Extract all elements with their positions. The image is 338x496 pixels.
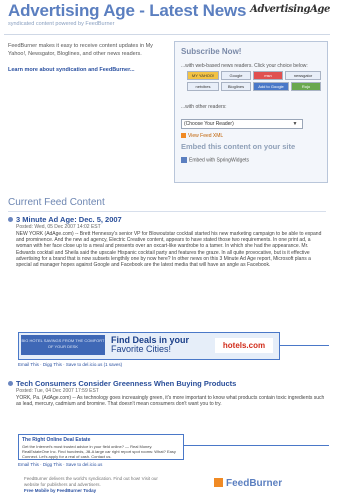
ad-headline-2: Favorite Cities!: [111, 344, 172, 354]
feed-item-body: NEW YORK (AdAge.com) -- Brett Hennessy's…: [16, 231, 322, 269]
bullet-icon: [8, 217, 13, 222]
springwidgets-link[interactable]: Embed with SpringWidgets: [181, 157, 249, 163]
section-divider: [8, 211, 326, 212]
intro-text: FeedBurner makes it easy to receive cont…: [8, 43, 153, 57]
subscribe-title: Subscribe Now!: [181, 47, 242, 56]
feed-section-title: Current Feed Content: [8, 197, 105, 208]
page-header: Advertising Age - Latest News syndicated…: [4, 0, 330, 35]
feed-item-links[interactable]: Email This · Digg This · Save to del.ici…: [18, 462, 102, 467]
learn-more-link[interactable]: Learn more about syndication and FeedBur…: [8, 66, 158, 74]
reader-button-newsgator[interactable]: newsgator: [285, 71, 321, 80]
footer-link[interactable]: Free Mobile by FeedBurner Today: [24, 488, 96, 493]
reader-button-rojo[interactable]: Rojo: [291, 82, 321, 91]
embed-title: Embed this content on your site: [181, 142, 296, 151]
reader-button-netvibes[interactable]: netvibes: [187, 82, 219, 91]
reader-button-my-yahoo[interactable]: MY YAHOO!: [187, 71, 219, 80]
feedburner-page: Advertising Age - Latest News syndicated…: [4, 0, 330, 496]
footer-text-block: FeedBurner delivers the world's syndicat…: [24, 476, 174, 494]
chevron-down-icon[interactable]: ▼: [291, 120, 299, 128]
feed-icon: [181, 133, 186, 139]
other-readers-label: ...with other readers:: [181, 104, 227, 110]
bullet-icon: [8, 381, 13, 386]
ad-left-panel: BIG HOTEL SAVINGS FROM THE COMFORT OF YO…: [21, 335, 105, 355]
intro-text-block: FeedBurner makes it easy to receive cont…: [8, 42, 158, 74]
feed-item-links[interactable]: Email This · Digg This · Save to del.ici…: [18, 362, 122, 367]
reader-button-bloglines[interactable]: Bloglines: [221, 82, 251, 91]
feed-item-posted: Posted: Tue, 04 Dec 2007 17:59 EST: [16, 388, 99, 394]
text-ad-headline: The Right Online Deal Estate: [22, 437, 91, 443]
footer-text: FeedBurner delivers the world's syndicat…: [24, 476, 158, 487]
springwidgets-label: Embed with SpringWidgets: [189, 157, 250, 164]
footer: FeedBurner delivers the world's syndicat…: [24, 474, 324, 496]
hotels-logo: hotels.com: [215, 338, 273, 353]
feedburner-brand: FeedBurner: [226, 478, 283, 489]
feed-item-posted: Posted: Wed, 05 Dec 2007 14:02 EST: [16, 224, 101, 230]
hotels-ad-banner[interactable]: BIG HOTEL SAVINGS FROM THE COMFORT OF YO…: [18, 332, 280, 360]
reader-select[interactable]: (Choose Your Reader): [181, 119, 303, 129]
view-feed-link[interactable]: View Feed XML: [181, 133, 223, 139]
view-feed-label: View Feed XML: [188, 133, 224, 139]
reader-button-google[interactable]: Google: [221, 71, 251, 80]
text-ad-body: Get the Internet's most trusted advice i…: [22, 444, 176, 459]
page-subtitle: syndicated content powered by FeedBurner: [8, 21, 115, 27]
reader-button-add-to-google[interactable]: Add to Google: [253, 82, 289, 91]
reader-button-msn[interactable]: msn: [253, 71, 283, 80]
callout-line: [279, 345, 329, 346]
subscribe-box: Subscribe Now! ...with web-based news re…: [174, 41, 328, 183]
callout-line: [183, 445, 329, 446]
text-ad[interactable]: The Right Online Deal Estate Get the Int…: [18, 434, 184, 460]
feedburner-icon: [214, 478, 223, 487]
adage-logo: AdvertisingAge: [250, 4, 330, 15]
springwidgets-icon: [181, 157, 187, 163]
feed-item-title[interactable]: 3 Minute Ad Age: Dec. 5, 2007: [16, 215, 122, 224]
feedburner-logo[interactable]: FeedBurner: [214, 478, 282, 489]
feed-item-body: YORK, Pa. (AdAge.com) -- As technology g…: [16, 395, 325, 408]
feed-item-title[interactable]: Tech Consumers Consider Greenness When B…: [16, 379, 236, 388]
web-readers-label: ...with web-based news readers. Click yo…: [181, 63, 308, 69]
page-title: Advertising Age - Latest News: [8, 1, 247, 20]
